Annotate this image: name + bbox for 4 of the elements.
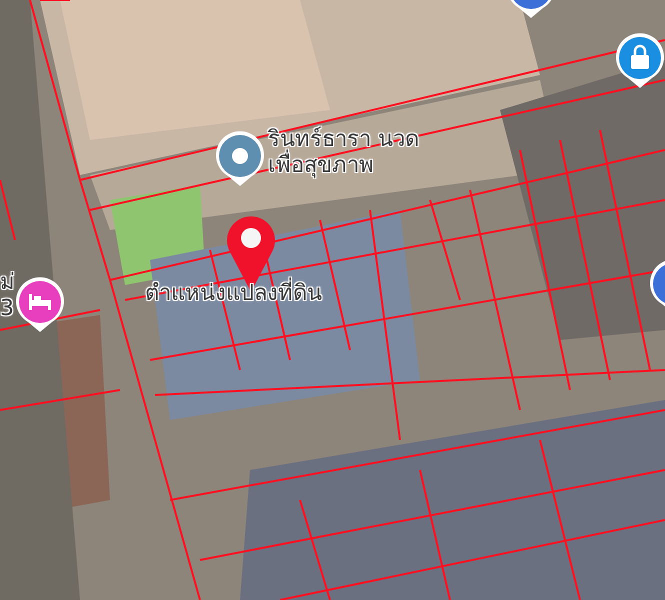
place-pin-icon[interactable] <box>214 130 266 188</box>
place-label: ม่ 3 <box>0 270 15 322</box>
shop-pin-icon[interactable] <box>614 32 665 90</box>
hotel-pin-icon[interactable] <box>14 276 66 334</box>
